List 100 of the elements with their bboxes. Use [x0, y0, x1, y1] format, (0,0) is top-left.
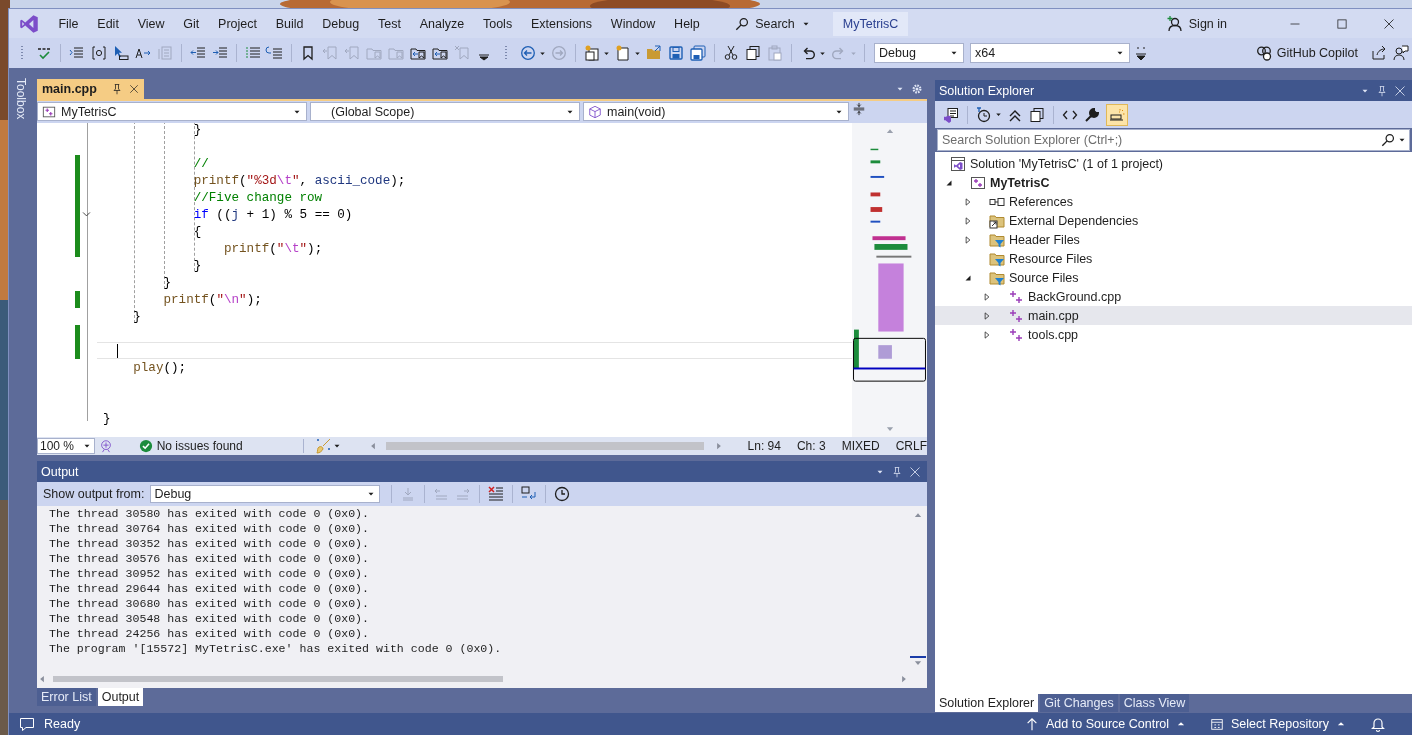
show-all-files-icon[interactable] — [1029, 106, 1045, 123]
cut-icon[interactable] — [723, 45, 739, 61]
preview-toggle-button[interactable] — [1106, 103, 1128, 126]
collapsed-arrow-icon[interactable] — [982, 310, 992, 321]
menu-item[interactable]: View — [128, 9, 174, 38]
menu-item[interactable]: Window — [601, 9, 665, 38]
add-to-source-control-button[interactable]: Add to Source Control — [1025, 717, 1187, 731]
collapsed-arrow-icon[interactable] — [963, 234, 973, 245]
collapsed-arrow-icon[interactable] — [963, 215, 973, 226]
menu-item[interactable]: Analyze — [410, 9, 474, 38]
menu-item[interactable]: Debug — [312, 9, 369, 38]
select-repository-button[interactable]: Select Repository — [1210, 717, 1346, 731]
menu-item[interactable]: Extensions — [521, 9, 602, 38]
collapsed-arrow-icon[interactable] — [982, 291, 992, 302]
search-field[interactable]: Search Solution Explorer (Ctrl+;) — [937, 129, 1410, 151]
save-icon[interactable] — [668, 45, 684, 61]
tree-item[interactable]: External Dependencies — [935, 211, 1412, 230]
intellicode-icon[interactable] — [98, 439, 113, 453]
copilot-button[interactable]: GitHub Copilot — [1255, 45, 1358, 61]
pin-icon[interactable] — [1376, 84, 1388, 97]
share-icon[interactable] — [1371, 45, 1387, 61]
collapsed-arrow-icon[interactable] — [963, 196, 973, 207]
pin-icon[interactable] — [110, 83, 123, 95]
bookmark-folder-icon[interactable] — [432, 45, 448, 61]
tree-item[interactable]: Source Files — [935, 268, 1412, 287]
format-lines-icon[interactable] — [69, 45, 85, 61]
bookmark-folder-icon[interactable] — [410, 45, 426, 61]
document-tab[interactable]: main.cpp — [37, 79, 144, 99]
maximize-icon[interactable] — [1336, 17, 1348, 30]
tree-item[interactable]: tools.cpp — [935, 325, 1412, 344]
indentation-status[interactable]: MIXED — [841, 439, 880, 453]
solution-icon — [950, 155, 966, 172]
history-icon[interactable] — [976, 106, 992, 123]
pin-icon[interactable] — [891, 465, 903, 478]
new-project-icon[interactable] — [584, 45, 600, 61]
column-status[interactable]: Ch: 3 — [796, 439, 826, 453]
menu-item[interactable]: Project — [208, 9, 267, 38]
tree-item[interactable]: References — [935, 192, 1412, 211]
platform-dropdown[interactable]: x64 — [970, 43, 1130, 63]
panel-tab[interactable]: Class View — [1119, 694, 1190, 712]
comment-lines-icon[interactable] — [245, 45, 261, 61]
cursor-text-icon[interactable] — [113, 45, 129, 61]
spell-check-icon[interactable] — [36, 45, 52, 61]
new-file-icon[interactable] — [615, 45, 631, 61]
panel-tab[interactable]: Git Changes — [1040, 694, 1118, 712]
menu-item[interactable]: File — [49, 9, 88, 38]
panel-tab[interactable]: Error List — [37, 688, 96, 706]
tree-item[interactable]: BackGround.cpp — [935, 287, 1412, 306]
navigate-back-icon[interactable] — [520, 45, 536, 61]
tree-item[interactable]: main.cpp — [935, 306, 1412, 325]
search-button[interactable]: Search — [731, 11, 815, 36]
feedback-icon[interactable] — [1393, 45, 1409, 61]
tree-item[interactable]: MyTetrisC — [935, 173, 1412, 192]
member-dropdown[interactable]: main(void) — [583, 102, 849, 121]
settings-icon[interactable] — [911, 82, 923, 95]
bookmark-icon[interactable] — [300, 45, 316, 61]
panel-tab[interactable]: Output — [97, 688, 144, 706]
menu-item[interactable]: Test — [368, 9, 411, 38]
app-logo-icon[interactable] — [19, 13, 39, 34]
notifications-icon[interactable] — [1370, 716, 1386, 732]
bracket-icon[interactable] — [91, 45, 107, 61]
scrollbar-thumb[interactable] — [385, 442, 704, 450]
caret-icon[interactable] — [994, 110, 1003, 119]
overflow-icon[interactable] — [1133, 45, 1149, 61]
split-editor-icon[interactable] — [852, 102, 866, 116]
menu-item[interactable]: Help — [664, 9, 710, 38]
sync-document-icon[interactable] — [943, 106, 959, 123]
outdent-icon[interactable] — [190, 45, 206, 61]
menu-item[interactable]: Edit — [87, 9, 129, 38]
configuration-dropdown[interactable]: Debug — [874, 43, 964, 63]
menu-item[interactable]: Git — [173, 9, 209, 38]
close-icon[interactable] — [1383, 17, 1395, 30]
copy-icon[interactable] — [745, 45, 761, 61]
project-dropdown[interactable]: MyTetrisC — [37, 102, 307, 121]
zoom-dropdown[interactable]: 100 % — [37, 438, 95, 454]
issues-status[interactable]: No issues found — [156, 439, 243, 453]
tree-item[interactable]: Solution 'MyTetrisC' (1 of 1 project) — [935, 154, 1412, 173]
line-endings-status[interactable]: CRLF — [895, 439, 927, 453]
message-icon[interactable] — [19, 716, 35, 732]
line-number-status[interactable]: Ln: 94 — [747, 439, 781, 453]
word-wrap-icon[interactable] — [521, 486, 538, 502]
collapsed-arrow-icon[interactable] — [982, 329, 992, 340]
menu-item[interactable]: Build — [266, 9, 313, 38]
close-icon[interactable] — [128, 84, 139, 94]
tree-item[interactable]: Resource Files — [935, 249, 1412, 268]
save-all-icon[interactable] — [690, 45, 706, 61]
search-icon[interactable] — [1381, 133, 1395, 147]
uncomment-lines-icon[interactable] — [267, 45, 283, 61]
wrench-icon[interactable] — [1084, 106, 1100, 123]
output-source-dropdown[interactable]: Debug — [150, 485, 381, 503]
panel-tab[interactable]: Solution Explorer — [935, 694, 1039, 712]
scope-dropdown[interactable]: (Global Scope) — [310, 102, 580, 121]
search-input[interactable]: Search Solution Explorer (Ctrl+;) — [938, 133, 1379, 147]
scrollbar-thumb[interactable] — [53, 676, 503, 682]
tree-item[interactable]: Header Files — [935, 230, 1412, 249]
clock-icon[interactable] — [554, 486, 571, 502]
indent-icon[interactable] — [212, 45, 228, 61]
menu-item[interactable]: Tools — [473, 9, 522, 38]
clear-all-icon[interactable] — [488, 486, 505, 502]
sign-in-button[interactable]: Sign in — [1166, 15, 1227, 32]
